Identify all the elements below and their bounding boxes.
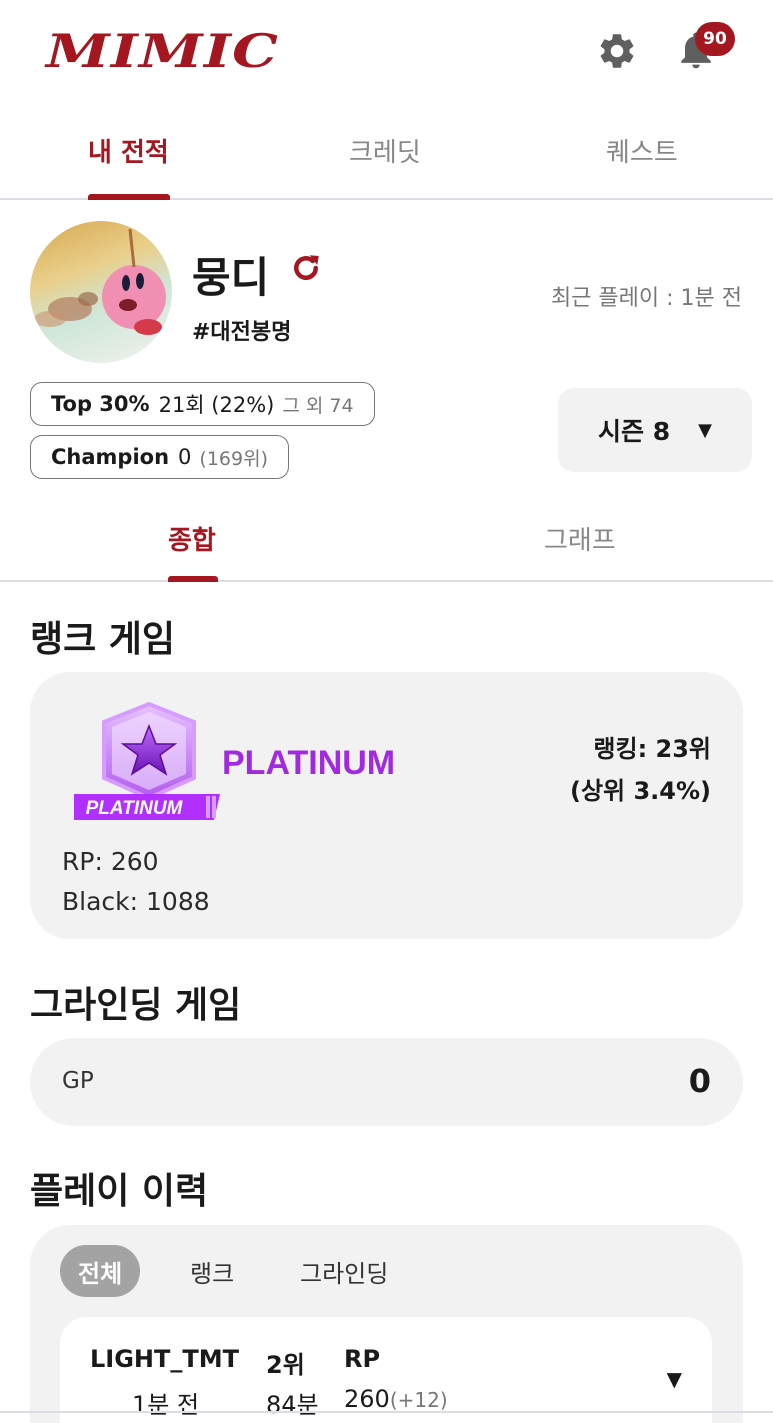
filter-rank[interactable]: 랭크 xyxy=(190,1245,234,1297)
top-pill-value: 21회 (22%) xyxy=(158,393,275,417)
avatar xyxy=(30,221,172,363)
game-rp-change: (+12) xyxy=(389,1388,448,1412)
game-row[interactable]: LIGHT_TMT 1분 전 2위 84분 RP 260(+12) ▼ xyxy=(60,1317,712,1423)
recent-play: 최근 플레이 : 1분 전 xyxy=(550,286,742,311)
emblem-text: PLATINUM xyxy=(86,798,184,819)
rank-game-title: 랭크 게임 xyxy=(30,619,176,660)
season-label: 시즌 8 xyxy=(598,417,671,446)
active-subtab-indicator xyxy=(168,576,218,582)
ranking-percentile: (상위 3.4%) xyxy=(569,777,711,805)
black-value: Black: 1088 xyxy=(62,887,210,916)
ranking-info: 랭킹: 23위 (상위 3.4%) xyxy=(570,728,711,812)
game-time-ago: 1분 전 xyxy=(132,1391,200,1419)
game-mode: LIGHT_TMT xyxy=(90,1345,240,1373)
tab-graph[interactable]: 그래프 xyxy=(544,520,616,557)
rank-game-card: PLATINUM PLATINUM 랭킹: 23위 (상위 3.4%) RP: … xyxy=(30,672,743,939)
tab-quest[interactable]: 퀘스트 xyxy=(606,132,678,169)
top-percent-pill: Top 30% 21회 (22%) 그 외 74 xyxy=(30,382,375,426)
champion-pill-label: Champion xyxy=(51,445,170,469)
filter-all[interactable]: 전체 xyxy=(60,1245,141,1297)
season-dropdown[interactable]: 시즌 8 ▼ xyxy=(558,388,752,472)
grinding-game-card: GP 0 xyxy=(30,1038,743,1126)
refresh-icon[interactable] xyxy=(288,250,324,286)
kirby-avatar-image xyxy=(34,228,166,335)
tier-name: PLATINUM xyxy=(222,744,396,782)
main-tabs: 내 전적 크레딧 퀘스트 xyxy=(0,110,773,200)
game-rp-value: 260 xyxy=(344,1385,390,1413)
ranking-position: 랭킹: 23위 xyxy=(593,735,711,763)
play-history-title: 플레이 이력 xyxy=(30,1171,209,1212)
stats-tabs: 종합 그래프 xyxy=(0,500,773,582)
gp-label: GP xyxy=(62,1068,94,1094)
gear-icon[interactable] xyxy=(596,30,638,72)
nickname: 뭉디 xyxy=(192,253,270,302)
platinum-emblem-icon: PLATINUM xyxy=(74,701,220,820)
expand-caret-icon[interactable]: ▼ xyxy=(667,1367,682,1391)
top-pill-extra: 그 외 74 xyxy=(282,394,354,417)
caret-down-icon: ▼ xyxy=(698,419,712,441)
grinding-game-title: 그라인딩 게임 xyxy=(30,985,242,1026)
notification-badge: 90 xyxy=(695,22,735,56)
app-header: MIMIC 90 xyxy=(0,0,773,100)
bottom-divider xyxy=(0,1411,773,1413)
tab-my-record[interactable]: 내 전적 xyxy=(88,132,169,169)
mimic-logo[interactable]: MIMIC xyxy=(46,24,279,78)
rank-stats: RP: 260 Black: 1088 xyxy=(62,842,210,922)
play-history-card: 전체 랭크 그라인딩 LIGHT_TMT 1분 전 2위 84분 RP 260(… xyxy=(30,1225,743,1423)
active-tab-indicator xyxy=(88,194,170,200)
champion-pill: Champion 0 (169위) xyxy=(30,435,289,479)
tab-credit[interactable]: 크레딧 xyxy=(349,132,421,169)
champion-pill-extra: (169위) xyxy=(199,447,268,470)
game-place: 2위 xyxy=(266,1351,305,1379)
rp-value: RP: 260 xyxy=(62,847,159,876)
game-rp: 260(+12) xyxy=(344,1385,448,1413)
filter-grinding[interactable]: 그라인딩 xyxy=(300,1245,388,1297)
top-pill-label: Top 30% xyxy=(51,392,150,416)
tab-overview[interactable]: 종합 xyxy=(168,520,216,557)
game-duration: 84분 xyxy=(266,1391,319,1419)
champion-pill-value: 0 xyxy=(178,445,192,469)
game-rp-label: RP xyxy=(344,1345,381,1373)
player-tag: #대전봉명 xyxy=(192,320,292,345)
gp-value: 0 xyxy=(688,1062,711,1100)
